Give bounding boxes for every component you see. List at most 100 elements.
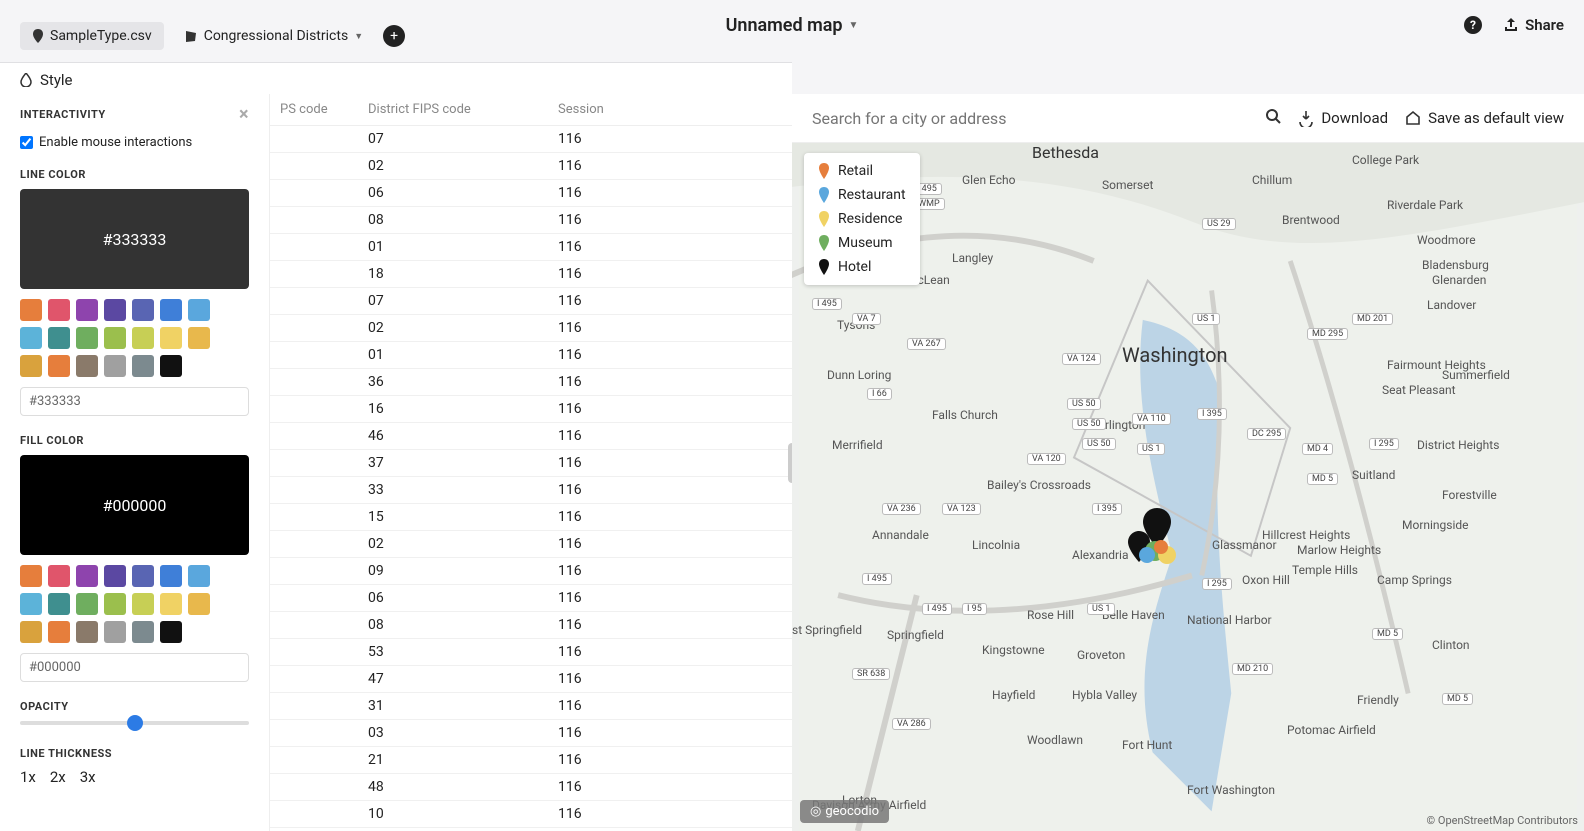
color-swatch[interactable] xyxy=(48,327,70,349)
color-swatch[interactable] xyxy=(188,299,210,321)
thickness-2x[interactable]: 2x xyxy=(50,768,66,786)
table-row[interactable]: 01116 xyxy=(270,234,792,261)
table-row[interactable]: 31116 xyxy=(270,693,792,720)
table-row[interactable]: 33116 xyxy=(270,477,792,504)
table-row[interactable]: 53116 xyxy=(270,639,792,666)
thickness-3x[interactable]: 3x xyxy=(80,768,96,786)
color-swatch[interactable] xyxy=(76,327,98,349)
line-color-input[interactable] xyxy=(20,387,249,416)
thickness-1x[interactable]: 1x xyxy=(20,768,36,786)
fill-color-input[interactable] xyxy=(20,653,249,682)
table-row[interactable]: 06116 xyxy=(270,585,792,612)
color-swatch[interactable] xyxy=(104,565,126,587)
table-row[interactable]: 06116 xyxy=(270,180,792,207)
tab-congressional[interactable]: Congressional Districts ▼ xyxy=(172,22,375,50)
table-row[interactable]: 21116 xyxy=(270,747,792,774)
color-swatch[interactable] xyxy=(76,299,98,321)
opacity-slider[interactable] xyxy=(20,721,249,725)
color-swatch[interactable] xyxy=(48,565,70,587)
tab-sample[interactable]: SampleType.csv xyxy=(20,22,164,50)
table-row[interactable]: 47116 xyxy=(270,666,792,693)
table-row[interactable]: 46116 xyxy=(270,423,792,450)
color-swatch[interactable] xyxy=(188,565,210,587)
color-swatch[interactable] xyxy=(20,355,42,377)
color-swatch[interactable] xyxy=(20,565,42,587)
data-table: PS code District FIPS code Session 07116… xyxy=(270,94,792,831)
color-swatch[interactable] xyxy=(104,593,126,615)
table-row[interactable]: 08116 xyxy=(270,207,792,234)
legend-item[interactable]: Hotel xyxy=(804,255,920,279)
color-swatch[interactable] xyxy=(188,327,210,349)
color-swatch[interactable] xyxy=(20,327,42,349)
color-swatch[interactable] xyxy=(104,355,126,377)
table-row[interactable]: 03116 xyxy=(270,720,792,747)
table-row[interactable]: 10116 xyxy=(270,801,792,828)
color-swatch[interactable] xyxy=(48,299,70,321)
table-row[interactable]: 02116 xyxy=(270,315,792,342)
help-icon[interactable]: ? xyxy=(1463,15,1483,35)
table-row[interactable]: 37116 xyxy=(270,450,792,477)
legend-item[interactable]: Museum xyxy=(804,231,920,255)
color-swatch[interactable] xyxy=(104,299,126,321)
enable-mouse-checkbox[interactable] xyxy=(20,136,33,149)
style-panel: INTERACTIVITY × Enable mouse interaction… xyxy=(0,94,270,831)
table-row[interactable]: 09116 xyxy=(270,558,792,585)
legend-label: Museum xyxy=(838,235,893,251)
color-swatch[interactable] xyxy=(160,327,182,349)
cell-ps xyxy=(270,590,368,606)
table-row[interactable]: 48116 xyxy=(270,774,792,801)
color-swatch[interactable] xyxy=(104,327,126,349)
table-row[interactable]: 15116 xyxy=(270,504,792,531)
color-swatch[interactable] xyxy=(160,593,182,615)
map-title[interactable]: Unnamed map ▼ xyxy=(726,15,859,36)
download-button[interactable]: Download xyxy=(1297,109,1388,127)
table-row[interactable]: 16116 xyxy=(270,396,792,423)
table-row[interactable]: 36116 xyxy=(270,369,792,396)
color-swatch[interactable] xyxy=(76,355,98,377)
color-swatch[interactable] xyxy=(132,565,154,587)
marker-cluster[interactable] xyxy=(1117,503,1197,587)
color-swatch[interactable] xyxy=(20,621,42,643)
color-swatch[interactable] xyxy=(188,593,210,615)
share-button[interactable]: Share xyxy=(1503,16,1564,34)
color-swatch[interactable] xyxy=(132,299,154,321)
color-swatch[interactable] xyxy=(76,621,98,643)
color-swatch[interactable] xyxy=(48,593,70,615)
color-swatch[interactable] xyxy=(160,299,182,321)
table-row[interactable]: 02116 xyxy=(270,153,792,180)
table-row[interactable]: 07116 xyxy=(270,288,792,315)
add-layer-button[interactable]: + xyxy=(383,25,405,47)
table-row[interactable]: 08116 xyxy=(270,612,792,639)
color-swatch[interactable] xyxy=(132,355,154,377)
table-row[interactable]: 07116 xyxy=(270,126,792,153)
search-icon[interactable] xyxy=(1265,108,1281,128)
color-swatch[interactable] xyxy=(20,299,42,321)
search-input[interactable] xyxy=(812,109,1249,128)
color-swatch[interactable] xyxy=(48,621,70,643)
legend-item[interactable]: Residence xyxy=(804,207,920,231)
color-swatch[interactable] xyxy=(132,621,154,643)
enable-mouse-row[interactable]: Enable mouse interactions xyxy=(20,135,249,150)
color-swatch[interactable] xyxy=(76,593,98,615)
map[interactable]: Washington Bethesda Glen EchoSomersetChi… xyxy=(792,143,1584,831)
close-icon[interactable]: × xyxy=(239,104,249,125)
table-row[interactable]: 01116 xyxy=(270,342,792,369)
fill-color-preview[interactable]: #000000 xyxy=(20,455,249,555)
color-swatch[interactable] xyxy=(132,593,154,615)
cell-ps xyxy=(270,482,368,498)
color-swatch[interactable] xyxy=(104,621,126,643)
table-row[interactable]: 18116 xyxy=(270,261,792,288)
line-color-preview[interactable]: #333333 xyxy=(20,189,249,289)
save-default-button[interactable]: Save as default view xyxy=(1404,109,1564,127)
color-swatch[interactable] xyxy=(160,355,182,377)
color-swatch[interactable] xyxy=(160,621,182,643)
color-swatch[interactable] xyxy=(48,355,70,377)
color-swatch[interactable] xyxy=(20,593,42,615)
table-row[interactable]: 02116 xyxy=(270,531,792,558)
color-swatch[interactable] xyxy=(160,565,182,587)
legend-item[interactable]: Retail xyxy=(804,159,920,183)
legend-item[interactable]: Restaurant xyxy=(804,183,920,207)
style-subheader[interactable]: Style xyxy=(0,62,792,98)
color-swatch[interactable] xyxy=(76,565,98,587)
color-swatch[interactable] xyxy=(132,327,154,349)
